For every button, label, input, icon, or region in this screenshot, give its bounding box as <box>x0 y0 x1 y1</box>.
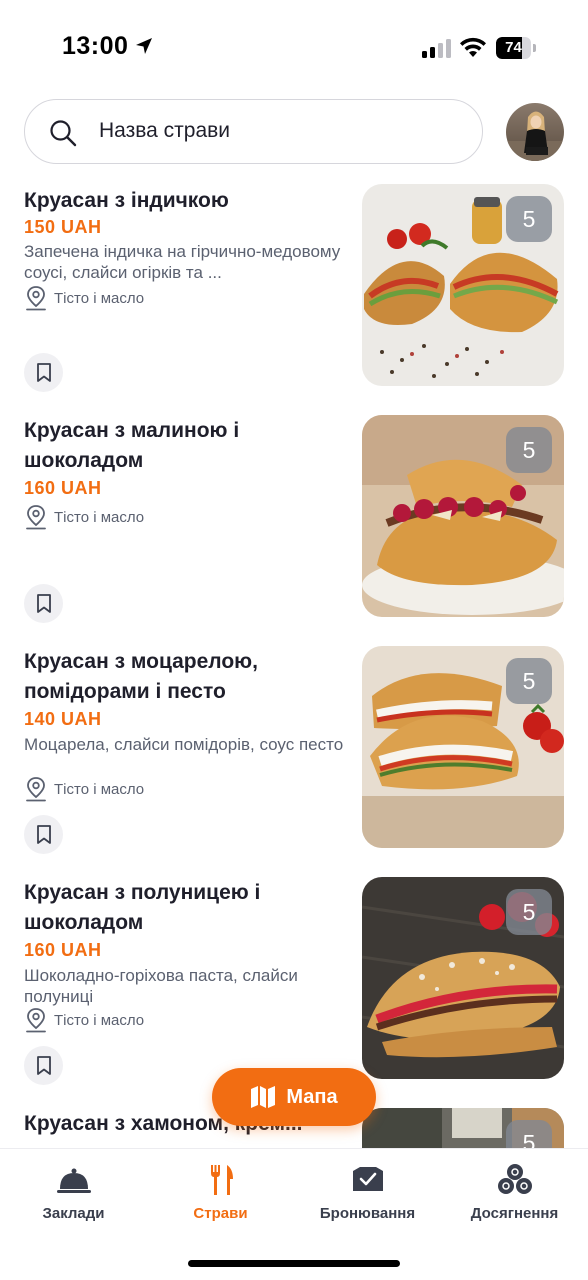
nav-item-achievements[interactable]: Досягнення <box>441 1163 588 1233</box>
dish-badge: 5 <box>506 196 552 242</box>
dish-location-name: Тісто і масло <box>54 508 145 526</box>
dish-location-name: Тісто і масло <box>54 1011 145 1029</box>
nav-item-bookings[interactable]: Бронювання <box>294 1163 441 1233</box>
dish-description: Шоколадно-горіхова паста, слайси полуниц… <box>24 966 298 1006</box>
dish-image[interactable]: 5 <box>362 184 564 386</box>
location-pin-icon <box>26 286 46 311</box>
nav-item-venues[interactable]: Заклади <box>0 1163 147 1233</box>
bookmark-button[interactable] <box>24 1046 63 1085</box>
booking-icon <box>352 1167 383 1191</box>
dish-title: Круасан з моцарелою, помідорами і песто <box>24 650 258 703</box>
bookmark-icon <box>36 1056 51 1075</box>
bookmark-button[interactable] <box>24 815 63 854</box>
battery-indicator: 74 <box>496 37 536 59</box>
dish-badge: 5 <box>506 889 552 935</box>
map-button-label: Мапа <box>286 1085 338 1108</box>
location-pin-icon <box>26 777 46 802</box>
dish-badge: 5 <box>506 1120 552 1148</box>
dish-image[interactable]: 5 <box>362 646 564 848</box>
dish-title: Круасан з індичкою <box>24 189 229 212</box>
dish-price: 150 UAH <box>24 217 102 237</box>
dish-card[interactable]: Круасан з полуницею і шоколадом 160 UAH … <box>0 877 588 1097</box>
nav-item-dishes[interactable]: Страви <box>147 1163 294 1233</box>
dish-image[interactable]: 5 <box>362 1108 564 1148</box>
dish-price: 160 UAH <box>24 478 102 498</box>
dish-card[interactable]: Круасан з моцарелою, помідорами і песто … <box>0 646 588 866</box>
bookmark-button[interactable] <box>24 584 63 623</box>
dish-title: Круасан з малиною і шоколадом <box>24 419 240 472</box>
status-time: 13:00 <box>62 32 129 60</box>
cloche-icon <box>56 1168 91 1193</box>
dish-location: Тісто і масло <box>24 504 144 530</box>
location-pin-icon <box>26 505 46 530</box>
dish-list[interactable]: Круасан з індичкою 150 UAH Запечена інди… <box>0 183 588 1148</box>
dish-location-name: Тісто і масло <box>54 780 145 798</box>
dish-location: Тісто і масло <box>24 1007 144 1033</box>
search-bar[interactable] <box>24 99 483 164</box>
map-button[interactable]: Мапа <box>212 1068 376 1126</box>
bookmark-icon <box>36 825 51 844</box>
nav-label: Бронювання <box>319 1205 416 1222</box>
location-pin-icon <box>26 1008 46 1033</box>
home-indicator <box>188 1260 400 1267</box>
status-bar: 13:00 74 <box>0 0 588 92</box>
dish-location-name: Тісто і масло <box>54 289 145 307</box>
cellular-signal-icon <box>422 39 451 58</box>
achievements-icon <box>497 1164 532 1194</box>
dish-badge: 5 <box>506 427 552 473</box>
dish-location: Тісто і масло <box>24 285 144 311</box>
wifi-icon <box>460 37 486 57</box>
user-avatar[interactable] <box>506 103 564 161</box>
bookmark-icon <box>36 363 51 382</box>
nav-label: Заклади <box>42 1205 105 1222</box>
dish-card[interactable]: Круасан з індичкою 150 UAH Запечена інди… <box>0 183 588 403</box>
fork-knife-icon <box>210 1165 233 1195</box>
search-icon <box>50 120 77 147</box>
nav-label: Досягнення <box>470 1205 559 1222</box>
dish-price: 160 UAH <box>24 940 102 960</box>
location-arrow-icon <box>136 38 152 54</box>
dish-price: 140 UAH <box>24 709 102 729</box>
map-icon <box>251 1086 276 1108</box>
bookmark-icon <box>36 594 51 613</box>
battery-percentage: 74 <box>505 39 522 56</box>
dish-badge: 5 <box>506 658 552 704</box>
search-input[interactable] <box>99 100 469 162</box>
nav-label: Страви <box>193 1205 248 1222</box>
dish-location: Тісто і масло <box>24 776 144 802</box>
dish-card[interactable]: Круасан з малиною і шоколадом 160 UAH Ті… <box>0 415 588 635</box>
dish-title: Круасан з полуницею і шоколадом <box>24 881 261 934</box>
dish-image[interactable]: 5 <box>362 877 564 1079</box>
dish-description: Запечена індичка на гірчично-медовому со… <box>24 242 341 282</box>
bookmark-button[interactable] <box>24 353 63 392</box>
dish-description: Моцарела, слайси помідорів, соус песто <box>24 735 344 754</box>
dish-image[interactable]: 5 <box>362 415 564 617</box>
